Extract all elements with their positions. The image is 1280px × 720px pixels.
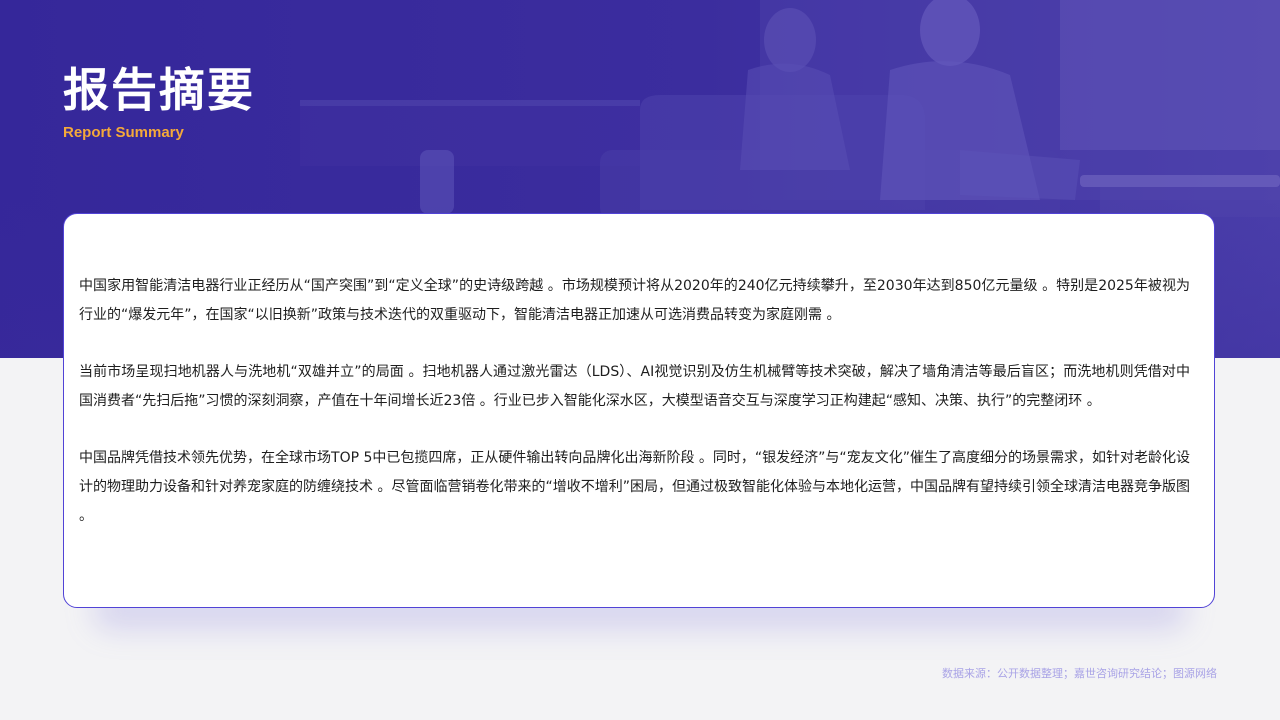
summary-paragraph-1: 中国家用智能清洁电器行业正经历从“国产突围”到“定义全球”的史诗级跨越 。市场规… <box>79 278 1190 323</box>
data-source-note: 数据来源：公开数据整理；嘉世咨询研究结论；图源网络 <box>942 667 1217 680</box>
page-subtitle: Report Summary <box>63 124 184 141</box>
summary-paragraph-2: 当前市场呈现扫地机器人与洗地机“双雄并立”的局面 。扫地机器人通过激光雷达（LD… <box>79 364 1190 409</box>
slide: 报告摘要 Report Summary 中国家用智能清洁电器行业正经历从“国产突… <box>0 0 1280 720</box>
summary-paragraph-3: 中国品牌凭借技术领先优势，在全球市场TOP 5中已包揽四席，正从硬件输出转向品牌… <box>79 450 1190 524</box>
summary-card: 中国家用智能清洁电器行业正经历从“国产突围”到“定义全球”的史诗级跨越 。市场规… <box>63 213 1215 608</box>
page-title: 报告摘要 <box>63 63 255 117</box>
